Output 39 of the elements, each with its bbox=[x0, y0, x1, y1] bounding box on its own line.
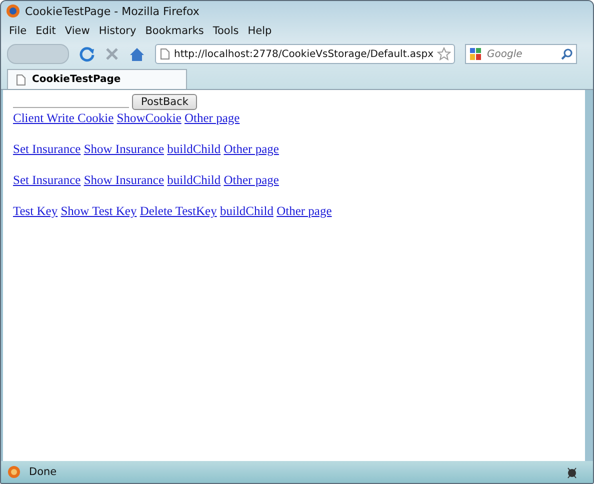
link[interactable]: Set Insurance bbox=[13, 173, 81, 187]
link[interactable]: Test Key bbox=[13, 204, 58, 218]
link[interactable]: ShowCookie bbox=[116, 111, 182, 125]
search-engine-icon[interactable] bbox=[469, 47, 483, 61]
link[interactable]: buildChild bbox=[220, 204, 274, 218]
tab-label: CookieTestPage bbox=[32, 74, 121, 85]
link[interactable]: Delete TestKey bbox=[140, 204, 217, 218]
menu-item[interactable]: File bbox=[9, 25, 27, 37]
link[interactable]: Show Test Key bbox=[60, 204, 137, 218]
menu-item[interactable]: Tools bbox=[212, 25, 239, 37]
address-field[interactable]: http://localhost:2778/CookieVsStorage/Default.aspx bbox=[155, 44, 455, 64]
menu-item[interactable]: Edit bbox=[36, 25, 56, 37]
postback-button[interactable]: PostBack bbox=[132, 94, 198, 110]
window-title: CookieTestPage - Mozilla Firefox bbox=[25, 4, 200, 18]
menu-item[interactable]: History bbox=[98, 25, 136, 37]
link[interactable]: Show Insurance bbox=[84, 142, 164, 156]
link[interactable]: Other page bbox=[276, 204, 332, 218]
link[interactable]: Client Write Cookie bbox=[13, 111, 114, 125]
search-field[interactable]: Google bbox=[465, 44, 577, 64]
page-icon bbox=[16, 74, 26, 86]
star-icon[interactable] bbox=[437, 47, 451, 61]
link[interactable]: Set Insurance bbox=[13, 142, 81, 156]
menu-item[interactable]: Bookmarks bbox=[145, 25, 204, 37]
menu-item[interactable]: Help bbox=[248, 25, 272, 37]
link[interactable]: buildChild bbox=[167, 173, 221, 187]
link[interactable]: Show Insurance bbox=[84, 173, 164, 187]
link[interactable]: buildChild bbox=[167, 142, 221, 156]
home-icon[interactable] bbox=[129, 46, 145, 62]
menu-item[interactable]: View bbox=[64, 25, 90, 37]
status-text: Done bbox=[29, 466, 57, 478]
reload-icon[interactable] bbox=[79, 46, 95, 62]
search-icon[interactable] bbox=[561, 48, 573, 60]
stop-icon[interactable] bbox=[105, 47, 119, 61]
link[interactable]: Other page bbox=[224, 142, 279, 156]
bug-icon bbox=[565, 465, 579, 479]
page-icon bbox=[160, 48, 170, 60]
browser-tab[interactable]: CookieTestPage bbox=[7, 69, 187, 89]
link[interactable]: Other page bbox=[184, 111, 240, 125]
link[interactable]: Other page bbox=[224, 173, 279, 187]
